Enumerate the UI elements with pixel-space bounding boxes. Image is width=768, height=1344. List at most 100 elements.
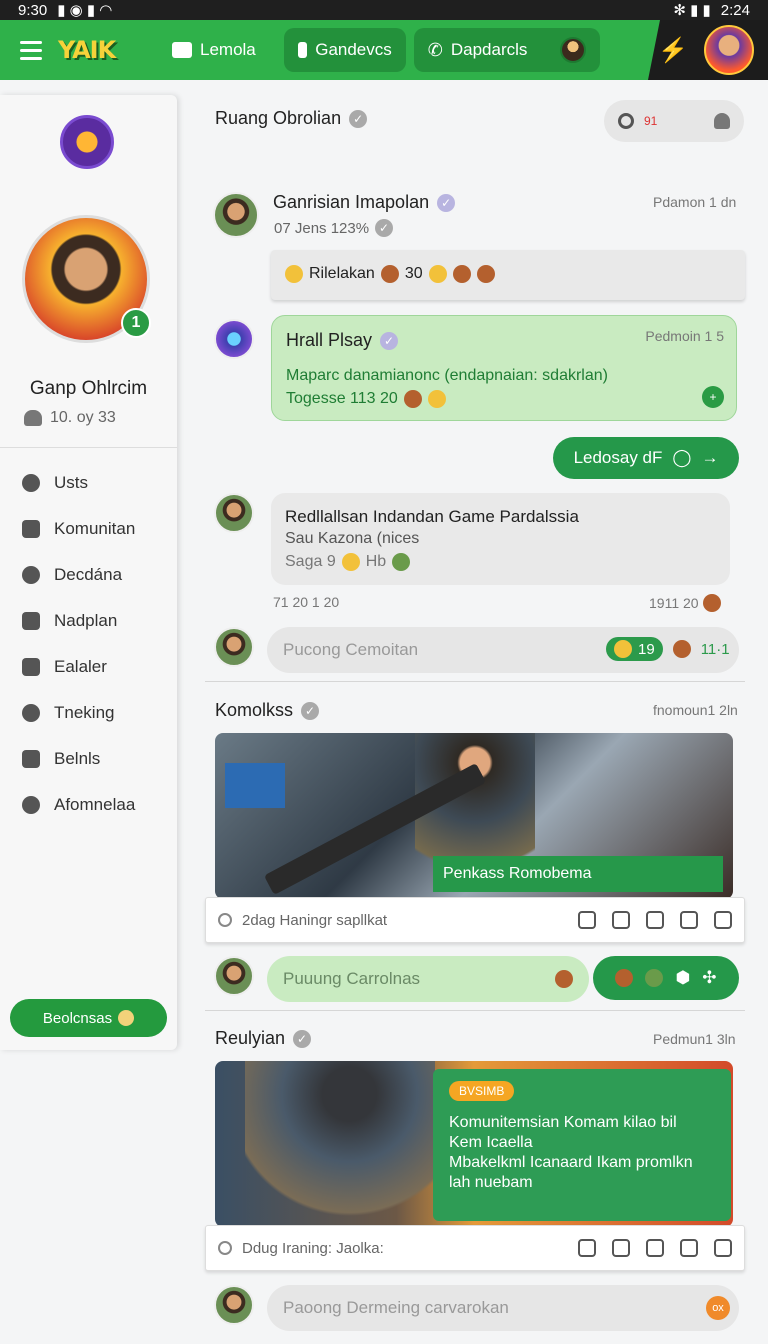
nav-actions: ⚡ bbox=[648, 20, 768, 80]
app-logo[interactable]: YAIK bbox=[58, 32, 130, 68]
message-bubble: Redllallsan Indandan Game Pardalssia Sau… bbox=[271, 493, 730, 585]
user-icon[interactable] bbox=[714, 113, 730, 129]
post-title: Reulyian ✓ bbox=[215, 1028, 312, 1049]
comment-input[interactable]: Paoong Dermeing carvarokan bbox=[267, 1285, 739, 1331]
pin-icon[interactable] bbox=[612, 1239, 630, 1257]
sidebar-action-button[interactable]: Beolcnsas bbox=[10, 999, 167, 1037]
divider bbox=[0, 447, 177, 448]
reaction-group[interactable]: ⬢ ✣ bbox=[593, 956, 739, 1000]
sidebar-item-label: Usts bbox=[54, 473, 88, 492]
battery-time: 2:24 bbox=[720, 1, 750, 19]
comment-placeholder: Pucong Cemoitan bbox=[283, 640, 419, 659]
sidebar-item-label: Belnls bbox=[54, 749, 101, 768]
bubble-number: 30 bbox=[404, 265, 423, 282]
list-icon bbox=[297, 42, 308, 58]
message-title: Redllallsan Indandan Game Pardalssia bbox=[285, 507, 579, 526]
search-bar[interactable]: 91 bbox=[604, 100, 744, 142]
tab-gandevcs[interactable]: Gandevcs bbox=[283, 28, 406, 72]
pin-icon[interactable] bbox=[612, 911, 630, 929]
message-subline: 07 Jens 123% ✓ bbox=[274, 219, 394, 237]
refresh-icon[interactable] bbox=[680, 911, 698, 929]
emoji-icon bbox=[645, 969, 664, 987]
clock-icon bbox=[218, 1241, 232, 1255]
face-icon[interactable] bbox=[555, 970, 573, 988]
verified-icon: ✓ bbox=[301, 701, 320, 720]
sidebar-item-komunitan[interactable]: Komunitan bbox=[0, 506, 177, 552]
search-input[interactable]: 91 bbox=[644, 114, 704, 128]
clock: 9:30 bbox=[18, 1, 48, 19]
message-text: Maparc danamianonc (endapnaian: sdakrlan… bbox=[286, 367, 608, 384]
tab-label: Gandevcs bbox=[315, 40, 392, 59]
sidebar-menu: Usts Komunitan Decdána Nadplan Ealaler T… bbox=[0, 460, 177, 828]
sidebar-item-belnls[interactable]: Belnls bbox=[0, 736, 177, 782]
image-icon[interactable] bbox=[578, 911, 596, 929]
divider bbox=[205, 1010, 745, 1011]
sidebar-button-label: Beolcnsas bbox=[42, 1009, 113, 1027]
sidebar-item-label: Tneking bbox=[54, 703, 115, 722]
sidebar-item-tneking[interactable]: Tneking bbox=[0, 690, 177, 736]
users-icon bbox=[24, 410, 42, 426]
post-title-text: Reulyian bbox=[215, 1028, 286, 1048]
emoji-icon bbox=[403, 390, 422, 408]
profile-avatar[interactable] bbox=[704, 25, 754, 75]
image-label: Penkass Romobema bbox=[433, 856, 723, 892]
emoji-icon bbox=[476, 265, 495, 283]
status-bar: 9:30 ▮ ◉ ▮ ◠ ✻ ▮ ▮ 2:24 bbox=[0, 0, 768, 20]
avatar[interactable] bbox=[213, 192, 259, 238]
phone-icon: ✆ bbox=[427, 39, 443, 60]
add-reaction-icon[interactable]: + bbox=[702, 386, 724, 408]
profile-avatar-large[interactable]: 1 bbox=[22, 215, 151, 343]
emoji-icon[interactable] bbox=[646, 911, 664, 929]
tab-lemola[interactable]: Lemola bbox=[158, 28, 270, 72]
attach-icon[interactable] bbox=[646, 1239, 664, 1257]
user-icon bbox=[22, 474, 40, 492]
tab-dapdarcls[interactable]: ✆ Dapdarcls bbox=[413, 28, 600, 72]
reaction-extra: 11·1 bbox=[700, 640, 730, 658]
arrow-right-icon: → bbox=[701, 448, 719, 467]
post-image[interactable]: Penkass Romobema bbox=[215, 733, 733, 899]
share-icon[interactable] bbox=[714, 1239, 732, 1257]
bubble-content: Rilelakan 30 bbox=[285, 265, 495, 283]
message-time-right: 1911 20 bbox=[649, 594, 721, 612]
emoji-icon[interactable] bbox=[680, 1239, 698, 1257]
post-caption-bar: Ddug Iraning: Jaolka: bbox=[205, 1225, 745, 1271]
emoji-icon bbox=[615, 969, 634, 987]
avatar[interactable] bbox=[214, 319, 254, 359]
post-image[interactable]: BVSIMB Komunitemsian Komam kilao bil Kem… bbox=[215, 1061, 733, 1227]
sidebar-item-label: Ealaler bbox=[54, 657, 107, 676]
sidebar-item-afomnelaa[interactable]: Afomnelaa bbox=[0, 782, 177, 828]
sidebar-item-decdana[interactable]: Decdána bbox=[0, 552, 177, 598]
avatar[interactable] bbox=[214, 493, 254, 533]
star-badge-icon bbox=[60, 115, 114, 169]
post-actions bbox=[578, 911, 732, 929]
message-time: Pedmoin 1 5 bbox=[645, 328, 724, 344]
sidebar-item-usts[interactable]: Usts bbox=[0, 460, 177, 506]
emoji-icon bbox=[341, 553, 360, 571]
post-time: Pedmun1 3ln bbox=[653, 1031, 736, 1047]
screen-image bbox=[225, 763, 285, 808]
image-icon[interactable] bbox=[578, 1239, 596, 1257]
profile-name: Ganp Ohlrcim bbox=[29, 378, 148, 399]
avatar bbox=[214, 627, 254, 667]
sidebar-item-nadplan[interactable]: Nadplan bbox=[0, 598, 177, 644]
comment-input[interactable]: Puuung Carrolnas bbox=[267, 956, 589, 1002]
search-icon bbox=[618, 113, 634, 129]
post-title-text: Komolkss bbox=[215, 700, 294, 720]
send-button[interactable]: ox bbox=[706, 1296, 730, 1320]
person-icon bbox=[22, 704, 40, 722]
room-title: Ruang Obrolian ✓ bbox=[215, 108, 368, 129]
message-author: Ganrisian Imapolan ✓ bbox=[273, 192, 456, 213]
avatar bbox=[559, 37, 586, 63]
lightning-icon[interactable]: ⚡ bbox=[658, 36, 688, 65]
subline-text: 07 Jens 123% bbox=[274, 219, 370, 237]
radiation-icon[interactable] bbox=[672, 640, 691, 658]
share-icon[interactable] bbox=[714, 911, 732, 929]
toggle-icon: ◯ bbox=[672, 448, 692, 467]
reaction-chip[interactable]: 19 bbox=[606, 637, 663, 661]
reaction-count: 19 bbox=[638, 640, 655, 658]
card-icon bbox=[22, 750, 40, 768]
menu-icon[interactable] bbox=[20, 40, 42, 60]
action-pill-button[interactable]: Ledosay dF ◯ → bbox=[553, 437, 739, 479]
verified-icon: ✓ bbox=[437, 193, 456, 212]
sidebar-item-ealaler[interactable]: Ealaler bbox=[0, 644, 177, 690]
